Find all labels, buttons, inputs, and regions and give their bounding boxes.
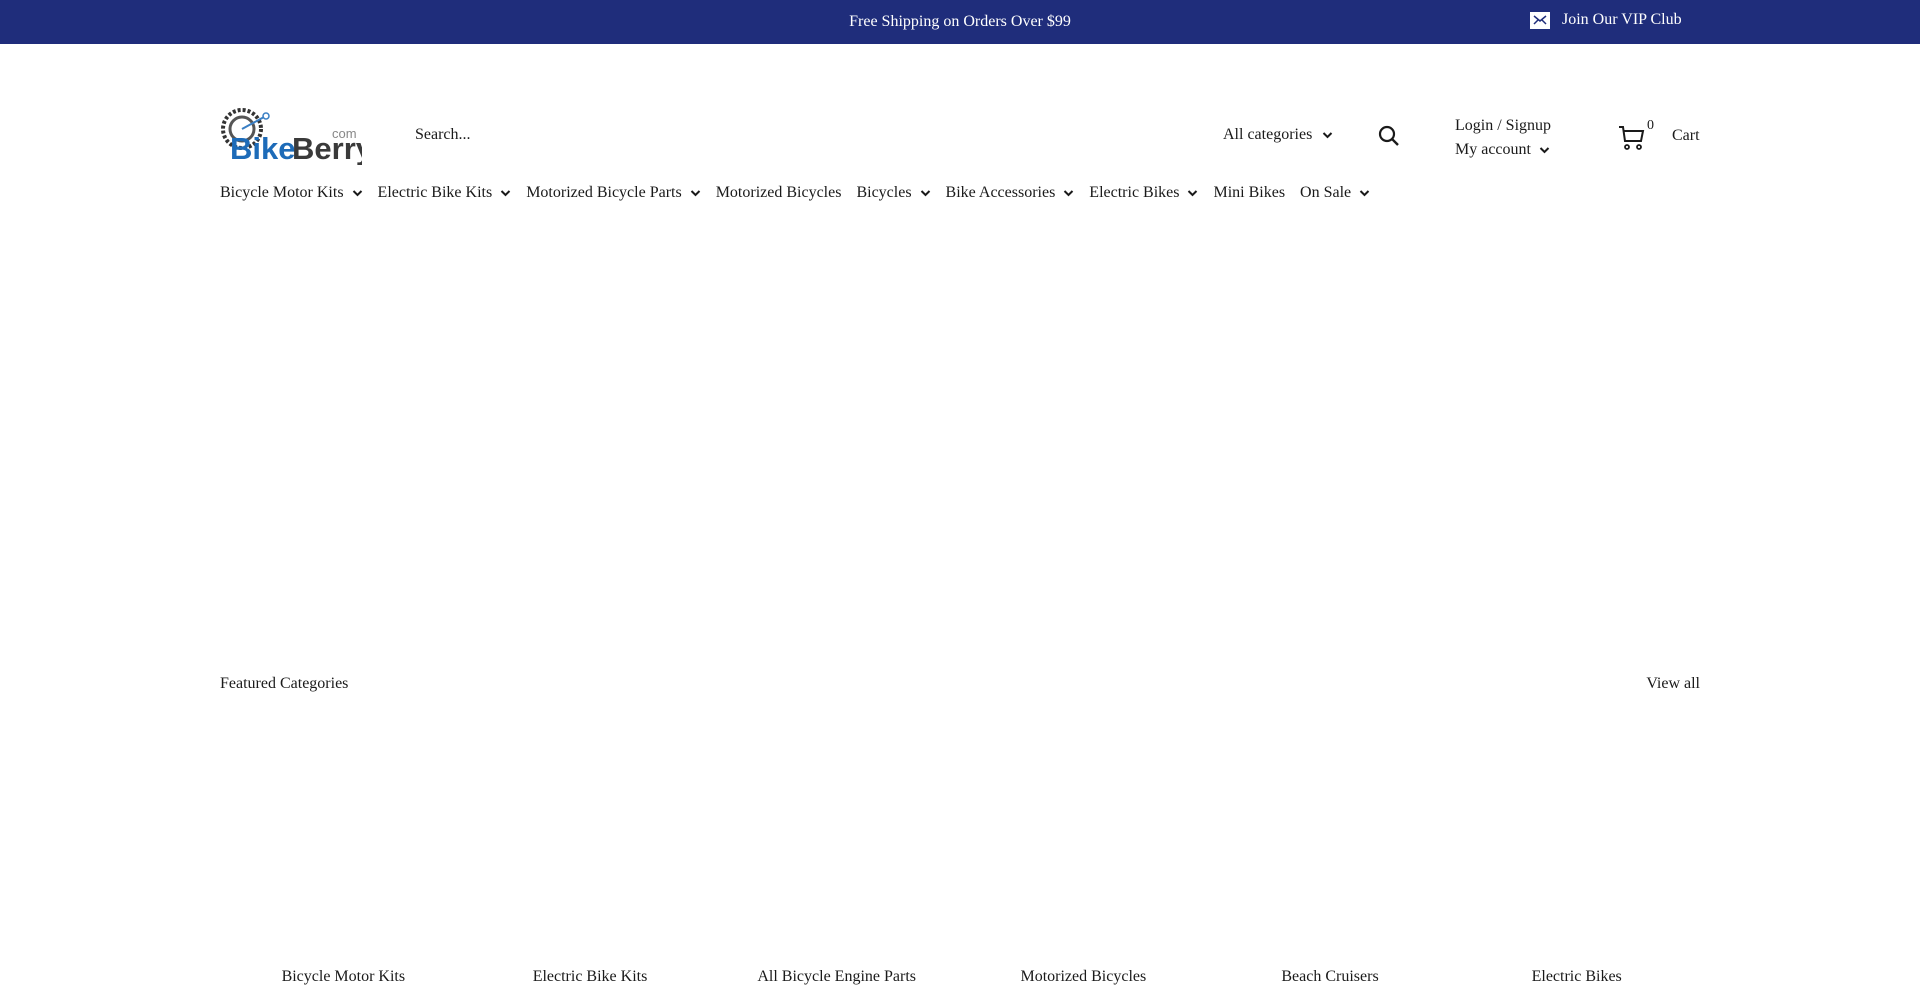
announcement-bar: Free Shipping on Orders Over $99 Join Ou… bbox=[0, 0, 1920, 44]
nav-item-label: Bicycles bbox=[856, 184, 912, 201]
category-card[interactable]: Electric Bikes bbox=[1453, 968, 1700, 986]
category-select[interactable]: All categories bbox=[1223, 126, 1333, 144]
category-card[interactable]: Electric Bike Kits bbox=[467, 968, 714, 986]
logo[interactable]: Bike Berry com bbox=[220, 107, 374, 166]
category-card[interactable]: Bicycle Motor Kits bbox=[220, 968, 467, 986]
chevron-down-icon bbox=[920, 190, 930, 197]
nav-item-electric-bike-kits[interactable]: Electric Bike Kits bbox=[378, 184, 512, 202]
vip-club-label: Join Our VIP Club bbox=[1562, 11, 1682, 28]
category-select-value: All categories bbox=[1223, 126, 1313, 143]
nav-item-label: Motorized Bicycles bbox=[715, 184, 842, 201]
nav-item-electric-bikes[interactable]: Electric Bikes bbox=[1089, 184, 1198, 202]
login-signup-link[interactable]: Login / Signup bbox=[1455, 114, 1551, 138]
nav-item-label: Electric Bike Kits bbox=[377, 184, 493, 201]
chevron-down-icon bbox=[352, 190, 362, 197]
search-input[interactable] bbox=[415, 122, 1175, 148]
category-card[interactable]: All Bicycle Engine Parts bbox=[713, 968, 960, 986]
category-card[interactable]: Motorized Bicycles bbox=[960, 968, 1207, 986]
my-account-label: My account bbox=[1455, 141, 1531, 158]
cart-icon bbox=[1619, 126, 1645, 150]
nav-item-label: Electric Bikes bbox=[1089, 184, 1180, 201]
nav-item-label: On Sale bbox=[1300, 184, 1352, 201]
nav-item-on-sale[interactable]: On Sale bbox=[1300, 184, 1370, 202]
chevron-down-icon bbox=[1188, 190, 1198, 197]
nav-item-motorized-bicycles[interactable]: Motorized Bicycles bbox=[716, 184, 842, 202]
chevron-down-icon bbox=[1064, 190, 1074, 197]
my-account-dropdown[interactable]: My account bbox=[1455, 138, 1551, 162]
chevron-down-icon bbox=[500, 190, 511, 197]
nav-item-bicycles[interactable]: Bicycles bbox=[856, 184, 930, 202]
nav-item-label: Mini Bikes bbox=[1213, 184, 1286, 201]
cart-button[interactable]: 0 Cart bbox=[1618, 118, 1700, 152]
cart-label: Cart bbox=[1672, 127, 1700, 144]
nav-item-label: Motorized Bicycle Parts bbox=[526, 184, 682, 201]
nav-item-mini-bikes[interactable]: Mini Bikes bbox=[1213, 184, 1285, 202]
main-nav: Bicycle Motor Kits Electric Bike Kits Mo… bbox=[220, 184, 1370, 202]
nav-item-label: Bike Accessories bbox=[945, 184, 1056, 201]
site-header: Bike Berry com All categories Login / Si… bbox=[0, 44, 1920, 201]
nav-item-motorized-bicycle-parts[interactable]: Motorized Bicycle Parts bbox=[526, 184, 701, 202]
featured-categories-title: Featured Categories bbox=[220, 675, 349, 692]
mail-icon bbox=[1530, 11, 1550, 29]
chevron-down-icon bbox=[1323, 132, 1333, 139]
nav-item-bicycle-motor-kits[interactable]: Bicycle Motor Kits bbox=[220, 184, 363, 202]
chevron-down-icon bbox=[1359, 190, 1370, 197]
cart-count: 0 bbox=[1647, 118, 1654, 133]
category-card[interactable]: Beach Cruisers bbox=[1207, 968, 1454, 986]
search-icon bbox=[1378, 125, 1399, 146]
chevron-down-icon bbox=[1539, 147, 1550, 154]
logo-text-com: com bbox=[332, 126, 357, 141]
featured-categories-header: Featured Categories View all bbox=[220, 675, 1700, 693]
featured-categories-list: Bicycle Motor Kits Electric Bike Kits Al… bbox=[220, 968, 1700, 986]
logo-text-bike: Bike bbox=[230, 131, 295, 165]
nav-item-bike-accessories[interactable]: Bike Accessories bbox=[946, 184, 1075, 202]
chevron-down-icon bbox=[690, 190, 700, 197]
vip-club-link[interactable]: Join Our VIP Club bbox=[1530, 11, 1682, 29]
nav-item-label: Bicycle Motor Kits bbox=[220, 184, 344, 201]
account-menu: Login / Signup My account bbox=[1455, 114, 1551, 162]
view-all-link[interactable]: View all bbox=[1646, 675, 1700, 693]
search-button[interactable] bbox=[1378, 125, 1400, 147]
